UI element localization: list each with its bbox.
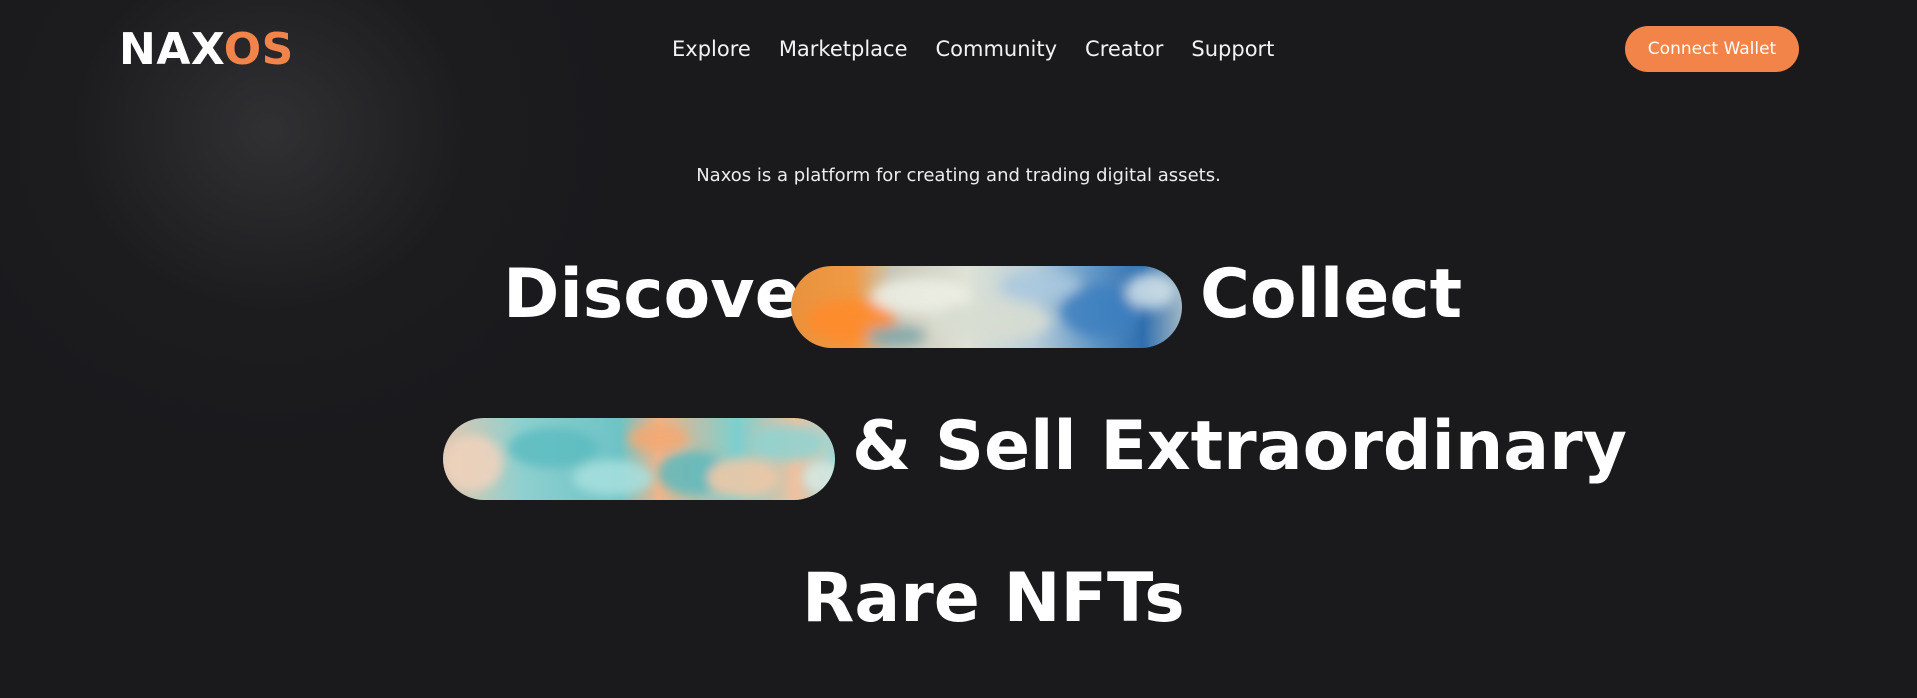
abstract-fluid-art-1: [791, 266, 1182, 348]
headline-line-sell: & Sell Extraordinary: [852, 407, 1627, 486]
headline-word-collect: Collect: [1200, 255, 1463, 334]
logo-text-white: NAX: [119, 24, 224, 75]
nav-link-creator[interactable]: Creator: [1085, 34, 1163, 64]
connect-wallet-button[interactable]: Connect Wallet: [1625, 26, 1799, 72]
logo-text-accent: OS: [223, 24, 294, 75]
main-nav: Explore Marketplace Community Creator Su…: [672, 34, 1274, 64]
hero-image-pill-2: [443, 418, 835, 500]
hero-tagline: Naxos is a platform for creating and tra…: [696, 165, 1221, 186]
hero-image-pill-1: [791, 266, 1182, 348]
headline-word-discover: Discover: [503, 255, 835, 334]
nav-link-community[interactable]: Community: [936, 34, 1058, 64]
nav-link-explore[interactable]: Explore: [672, 34, 751, 64]
abstract-fluid-art-2: [443, 418, 835, 500]
brand-logo[interactable]: NAXOS: [119, 24, 294, 76]
nav-link-marketplace[interactable]: Marketplace: [779, 34, 908, 64]
nav-link-support[interactable]: Support: [1191, 34, 1274, 64]
headline-line-rare-nfts: Rare NFTs: [802, 559, 1185, 638]
